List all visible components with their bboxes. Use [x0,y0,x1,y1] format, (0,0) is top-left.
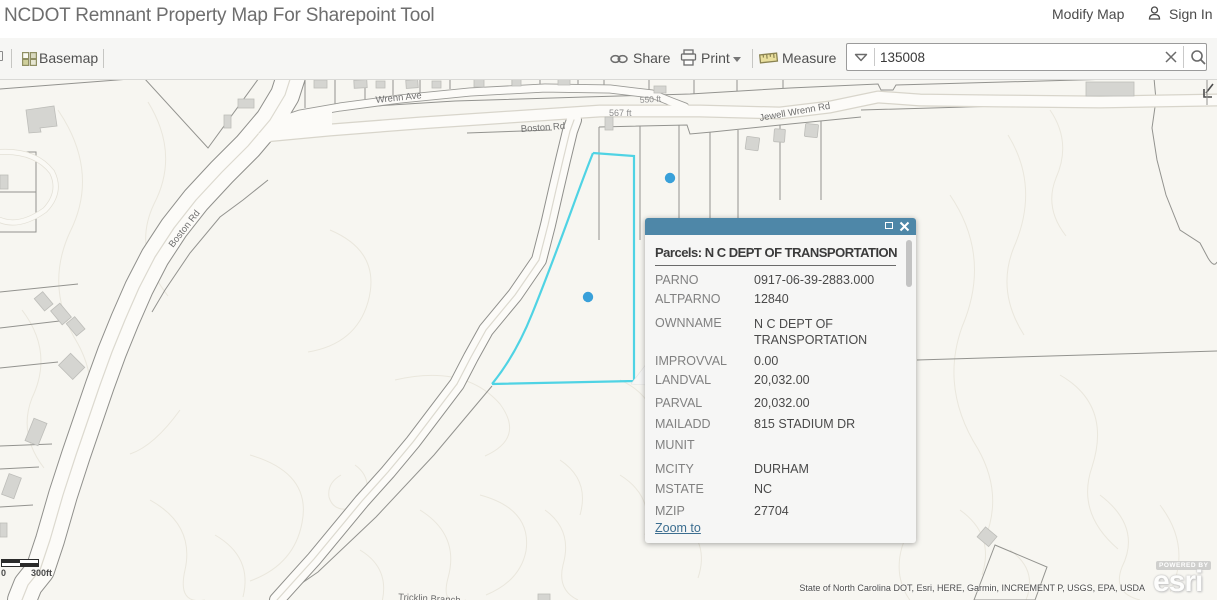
svg-text:567 ft: 567 ft [609,108,632,118]
svg-text:550 ft: 550 ft [639,93,662,105]
